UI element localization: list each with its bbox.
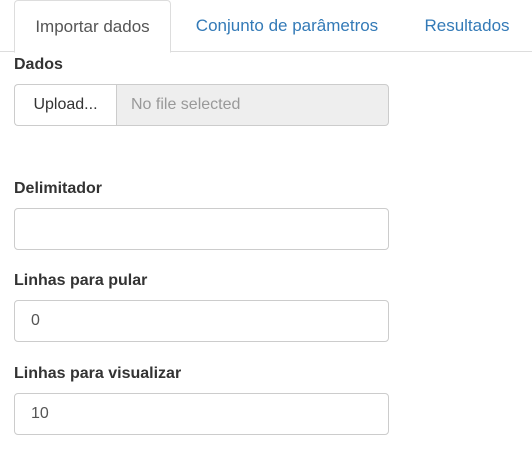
- tab-resultados[interactable]: Resultados: [410, 0, 524, 52]
- linhas-para-visualizar-input[interactable]: [14, 393, 389, 435]
- dados-label: Dados: [14, 56, 63, 73]
- delimitador-label: Delimitador: [14, 180, 103, 197]
- linhas-para-visualizar-label: Linhas para visualizar: [14, 365, 182, 382]
- upload-button[interactable]: Upload...: [14, 84, 116, 126]
- tab-importar-dados[interactable]: Importar dados: [14, 0, 171, 53]
- tab-bar: Importar dados Conjunto de parâmetros Re…: [0, 0, 532, 53]
- linhas-para-pular-input[interactable]: [14, 300, 389, 342]
- delimitador-input[interactable]: [14, 208, 389, 250]
- linhas-para-pular-label: Linhas para pular: [14, 272, 148, 289]
- file-name-display: No file selected: [116, 84, 389, 126]
- tab-conjunto-de-parametros[interactable]: Conjunto de parâmetros: [182, 0, 392, 52]
